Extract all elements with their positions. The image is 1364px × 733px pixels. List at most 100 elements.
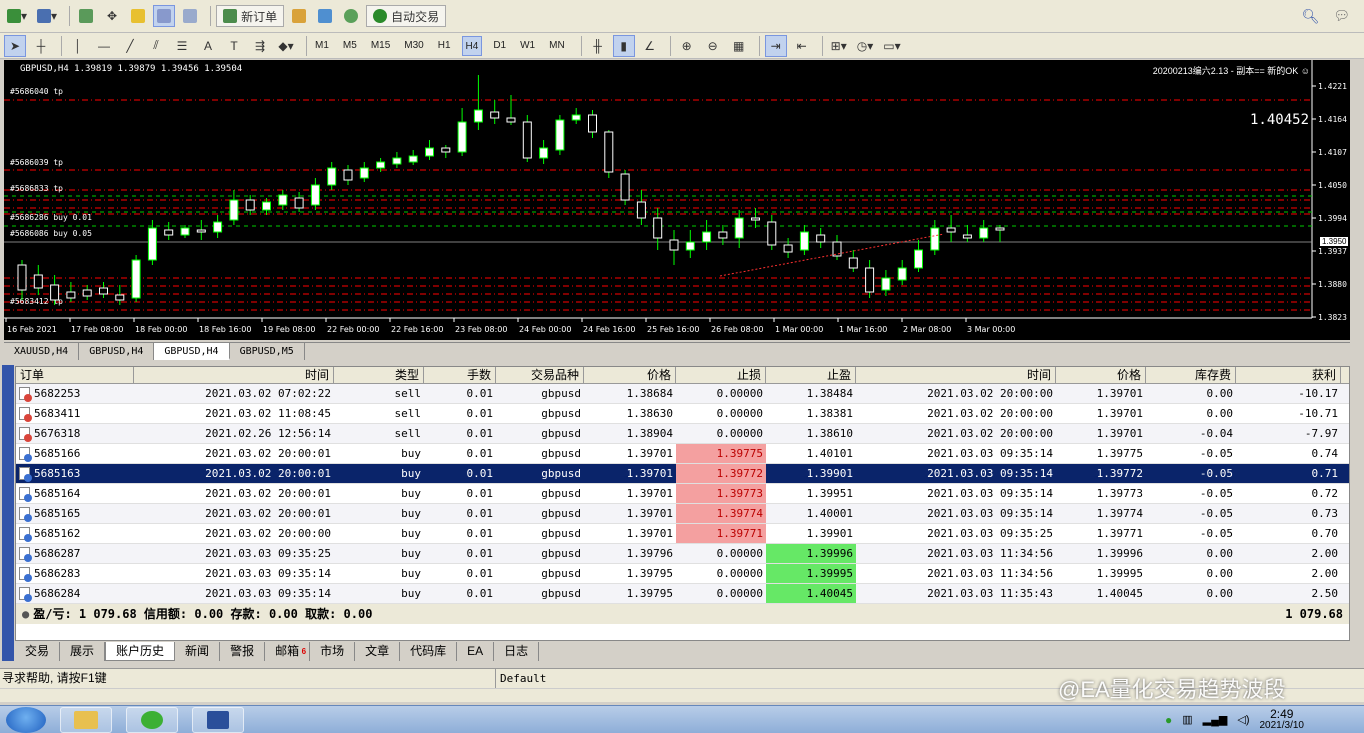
- channel-icon[interactable]: ⫽: [145, 35, 167, 57]
- shapes-icon[interactable]: ◆▾: [275, 35, 297, 57]
- signals-icon[interactable]: [340, 5, 362, 27]
- timeframe-h4[interactable]: H4: [461, 35, 483, 56]
- column-header-8[interactable]: 时间: [856, 367, 1056, 383]
- templates-icon[interactable]: ▭▾: [880, 35, 903, 57]
- horizontal-line-icon[interactable]: —: [93, 35, 115, 57]
- tile-windows-icon[interactable]: ▦: [728, 35, 750, 57]
- table-row[interactable]: 5685163 2021.03.02 20:00:01 buy 0.01 gbpusd 1…: [16, 464, 1349, 484]
- column-header-7[interactable]: 止盈: [766, 367, 856, 383]
- terminal-side-handle[interactable]: [2, 365, 14, 661]
- chart-shift-icon[interactable]: ⇤: [791, 35, 813, 57]
- timeframe-m5[interactable]: M5: [340, 36, 360, 56]
- new-order-button[interactable]: 新订单: [216, 5, 285, 27]
- auto-trading-button[interactable]: 自动交易: [366, 5, 447, 27]
- column-header-6[interactable]: 止损: [676, 367, 766, 383]
- candlestick-icon[interactable]: ▮: [612, 34, 635, 57]
- vertical-line-icon[interactable]: │: [67, 35, 89, 57]
- crosshair-icon[interactable]: ✥: [101, 5, 123, 27]
- wechat-taskbar-icon[interactable]: [126, 706, 178, 733]
- terminal-tab-1[interactable]: 展示: [60, 642, 106, 661]
- timeframe-w1[interactable]: W1: [517, 36, 538, 56]
- terminal-tab-8[interactable]: 代码库: [400, 642, 458, 661]
- arrows-icon[interactable]: ⇶: [249, 35, 271, 57]
- cell-手数: 0.01: [466, 467, 494, 480]
- line-chart-icon[interactable]: ∠: [639, 35, 661, 57]
- terminal-icon[interactable]: [153, 5, 176, 27]
- candle-body: [522, 121, 532, 159]
- chat-icon[interactable]: [314, 5, 336, 27]
- strategy-tester-icon[interactable]: [179, 5, 201, 27]
- column-header-4[interactable]: 交易品种: [496, 367, 584, 383]
- timeframe-d1[interactable]: D1: [490, 36, 509, 56]
- explorer-taskbar-icon[interactable]: [60, 706, 112, 733]
- table-row[interactable]: 5683411 2021.03.02 11:08:45 sell 0.01 gbpusd…: [16, 404, 1349, 424]
- table-row[interactable]: 5685164 2021.03.02 20:00:01 buy 0.01 gbpusd 1…: [16, 484, 1349, 504]
- chart-tab-2[interactable]: GBPUSD,H4: [154, 343, 230, 360]
- bar-chart-icon[interactable]: ╫: [587, 35, 609, 57]
- taskbar-clock[interactable]: 2:49 2021/3/10: [1260, 708, 1305, 732]
- terminal-tab-5[interactable]: 邮箱 6: [265, 642, 311, 661]
- table-row[interactable]: 5685165 2021.03.02 20:00:01 buy 0.01 gbpusd 1…: [16, 504, 1349, 524]
- candle-body: [555, 119, 565, 151]
- terminal-tab-7[interactable]: 文章: [355, 642, 401, 661]
- terminal-tab-2[interactable]: 账户历史: [105, 642, 176, 661]
- terminal-tab-10[interactable]: 日志: [494, 642, 540, 661]
- chart-tab-0[interactable]: XAUUSD,H4: [4, 343, 80, 360]
- network-icon[interactable]: ▥: [1182, 713, 1192, 726]
- timeframe-m30[interactable]: M30: [401, 36, 426, 56]
- column-header-10[interactable]: 库存费: [1146, 367, 1236, 383]
- table-row[interactable]: 5685166 2021.03.02 20:00:01 buy 0.01 gbpusd 1…: [16, 444, 1349, 464]
- table-row[interactable]: 5685162 2021.03.02 20:00:00 buy 0.01 gbpusd 1…: [16, 524, 1349, 544]
- terminal-taskbar-icon[interactable]: [192, 706, 244, 733]
- column-header-1[interactable]: 时间: [134, 367, 334, 383]
- zoom-out-icon[interactable]: ⊖: [702, 35, 724, 57]
- table-row[interactable]: 5682253 2021.03.02 07:02:22 sell 0.01 gbpusd…: [16, 384, 1349, 404]
- market-watch-icon[interactable]: [75, 5, 97, 27]
- terminal-tab-6[interactable]: 市场: [310, 642, 356, 661]
- chart-tab-1[interactable]: GBPUSD,H4: [79, 343, 155, 360]
- timeframe-h1[interactable]: H1: [435, 36, 454, 56]
- cell-止盈: 1.39901: [806, 527, 853, 540]
- terminal-tab-4[interactable]: 警报: [220, 642, 266, 661]
- column-header-11[interactable]: 获利: [1236, 367, 1341, 383]
- chart-tab-3[interactable]: GBPUSD,M5: [230, 343, 305, 360]
- price-chart[interactable]: 1.4221 1.4164 1.4107 1.4050 1.3994 1.3937 1.38…: [4, 60, 1350, 340]
- column-header-3[interactable]: 手数: [424, 367, 496, 383]
- terminal-tab-3[interactable]: 新闻: [175, 642, 221, 661]
- fibonacci-icon[interactable]: ☰: [171, 35, 193, 57]
- start-button-icon[interactable]: [6, 706, 46, 733]
- table-row[interactable]: 5686287 2021.03.03 09:35:25 buy 0.01 gbpusd 1…: [16, 544, 1349, 564]
- navigator-icon[interactable]: [127, 5, 149, 27]
- timeframe-m1[interactable]: M1: [312, 36, 332, 56]
- terminal-tab-9[interactable]: EA: [457, 642, 495, 661]
- table-row[interactable]: 5686283 2021.03.03 09:35:14 buy 0.01 gbpusd 1…: [16, 564, 1349, 584]
- trend-line-icon[interactable]: ╱: [119, 35, 141, 57]
- signal-icon[interactable]: ▂▄▆: [1203, 713, 1228, 726]
- terminal-tab-0[interactable]: 交易: [15, 642, 61, 661]
- timeframe-m15[interactable]: M15: [368, 36, 393, 56]
- periods-icon[interactable]: ◷▾: [854, 35, 877, 57]
- zoom-in-icon[interactable]: ⊕: [676, 35, 698, 57]
- candle-body: [604, 131, 614, 173]
- cell-时间: 2021.02.26 12:56:14: [205, 427, 331, 440]
- text-icon[interactable]: A: [197, 35, 219, 57]
- indicators-icon[interactable]: ⊞▾: [828, 35, 850, 57]
- timeframe-mn[interactable]: MN: [546, 36, 568, 56]
- auto-scroll-icon[interactable]: ⇥: [764, 34, 787, 57]
- new-chart-icon[interactable]: ▾: [4, 5, 30, 27]
- crosshair-tool-icon[interactable]: ┼: [30, 35, 52, 57]
- column-header-5[interactable]: 价格: [584, 367, 676, 383]
- profiles-icon[interactable]: ▾: [34, 5, 60, 27]
- table-row[interactable]: 5676318 2021.02.26 12:56:14 sell 0.01 gbpusd…: [16, 424, 1349, 444]
- column-header-2[interactable]: 类型: [334, 367, 424, 383]
- chat-bubble-icon[interactable]: 💬︎: [1333, 8, 1350, 25]
- column-header-0[interactable]: 订单: [16, 367, 134, 383]
- search-icon[interactable]: 🔍︎: [1302, 8, 1320, 25]
- text-label-icon[interactable]: T: [223, 35, 245, 57]
- cursor-icon[interactable]: ➤: [4, 34, 26, 57]
- volume-icon[interactable]: ◁): [1237, 713, 1249, 726]
- column-header-9[interactable]: 价格: [1056, 367, 1146, 383]
- metaeditor-icon[interactable]: [288, 5, 310, 27]
- wechat-tray-icon[interactable]: ●: [1165, 713, 1172, 727]
- table-row[interactable]: 5686284 2021.03.03 09:35:14 buy 0.01 gbpusd 1…: [16, 584, 1349, 604]
